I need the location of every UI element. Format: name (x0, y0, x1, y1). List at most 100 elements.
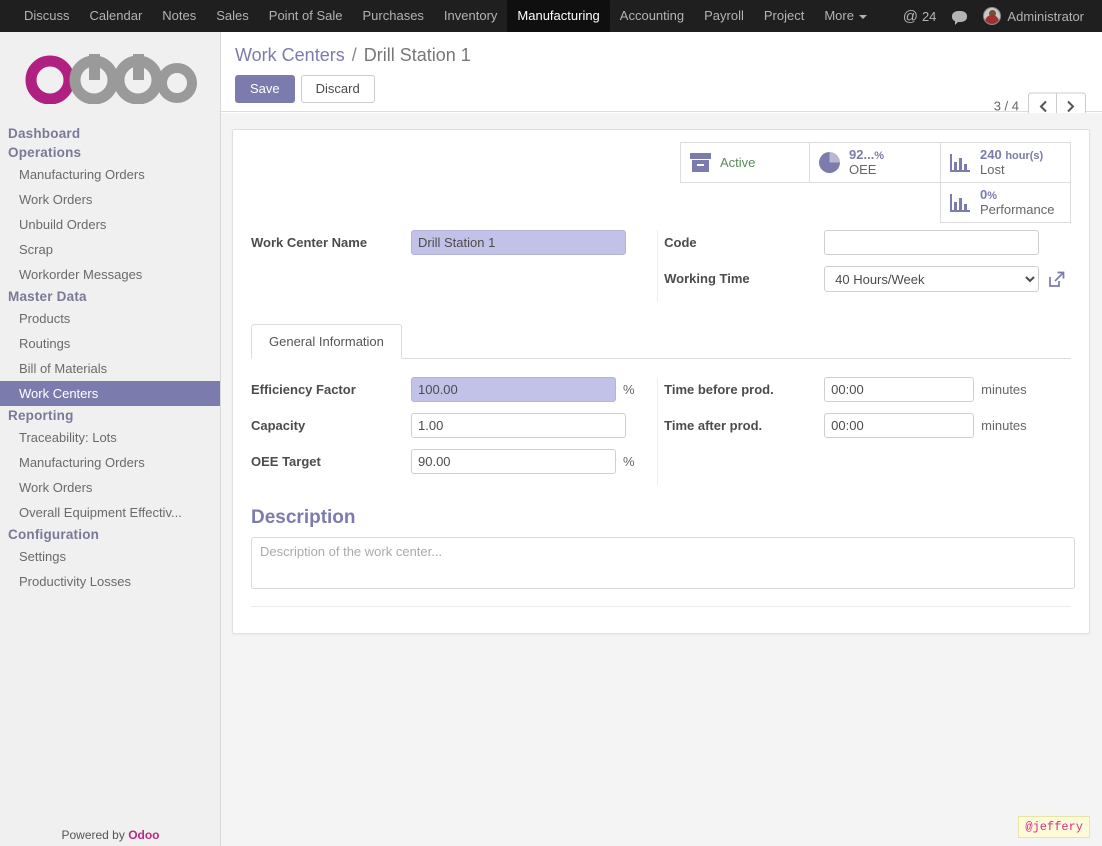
open-record-icon[interactable] (1048, 271, 1065, 288)
odoo-brand-link[interactable]: Odoo (128, 828, 159, 842)
label-oee-target: OEE Target (251, 454, 321, 469)
sidebar-item-scrap[interactable]: Scrap (0, 237, 220, 262)
app-menu-item-notes[interactable]: Notes (152, 0, 206, 32)
sidebar-item-label: Manufacturing Orders (19, 455, 145, 470)
app-menu-item-payroll[interactable]: Payroll (694, 0, 754, 32)
app-menu-item-label: Payroll (704, 8, 744, 23)
sidebar-footer: Powered by Odoo (0, 828, 220, 842)
messaging-button[interactable] (944, 7, 975, 26)
stat-button-performance[interactable]: 0% Performance (940, 182, 1071, 223)
time-before-prod-input[interactable] (824, 377, 975, 402)
app-menu-item-calendar[interactable]: Calendar (80, 0, 153, 32)
form-group-left: Work Center Name (251, 230, 645, 302)
sidebar-item-settings[interactable]: Settings (0, 544, 220, 569)
stat-unit-lost: hour(s) (1005, 149, 1044, 162)
stat-button-lost[interactable]: 240 hour(s) Lost (940, 142, 1071, 183)
sidebar-section-master-data[interactable]: Master Data (0, 287, 220, 306)
control-panel: Work Centers / Drill Station 1 Save Disc… (221, 32, 1102, 120)
control-oee-target: % (411, 449, 635, 474)
discard-button[interactable]: Discard (300, 75, 375, 103)
oee-target-input[interactable] (411, 449, 616, 474)
field-row-efficiency-factor: Efficiency Factor % (251, 377, 645, 403)
app-menu-item-label: Accounting (619, 8, 685, 23)
sidebar-item-workorder-messages[interactable]: Workorder Messages (0, 262, 220, 287)
form-group-right: Code Working Time 40 Hours/Week (657, 230, 1071, 302)
bar-chart-icon (950, 193, 971, 212)
work-center-name-input[interactable] (411, 230, 626, 255)
label-work-center-name: Work Center Name (251, 235, 368, 250)
app-menu-item-accounting[interactable]: Accounting (610, 0, 694, 32)
stat-button-active[interactable]: Active (680, 142, 810, 183)
control-time-after-prod: minutes (824, 413, 1027, 438)
sidebar-item-manufacturing-orders[interactable]: Manufacturing Orders (0, 450, 220, 475)
sheet-divider (251, 606, 1071, 607)
sidebar-item-products[interactable]: Products (0, 306, 220, 331)
sidebar-item-label: Work Orders (19, 480, 93, 495)
sidebar-item-label: Routings (19, 336, 71, 351)
sidebar-item-work-centers[interactable]: Work Centers (0, 381, 220, 406)
breadcrumb-work-centers[interactable]: Work Centers (235, 45, 345, 65)
control-work-center-name (411, 230, 626, 255)
sidebar-item-productivity-losses[interactable]: Productivity Losses (0, 569, 220, 594)
save-button[interactable]: Save (235, 75, 295, 103)
app-menu-item-sales[interactable]: Sales (206, 0, 259, 32)
field-row-time-before-prod: Time before prod. minutes (658, 377, 1071, 403)
app-menu-item-point-of-sale[interactable]: Point of Sale (259, 0, 353, 32)
suffix-oee-target: % (623, 454, 635, 469)
sidebar-item-work-orders[interactable]: Work Orders (0, 187, 220, 212)
sidebar: Dashboard Operations Manufacturing Orders W… (0, 32, 221, 846)
label-time-after-prod: Time after prod. (664, 418, 763, 433)
sidebar-item-label: Overall Equipment Effectiv... (19, 505, 182, 520)
app-menu-item-project[interactable]: Project (754, 0, 814, 32)
app-menu-item-more[interactable]: More (814, 0, 877, 32)
sidebar-item-label: Products (19, 311, 71, 326)
efficiency-factor-input[interactable] (411, 377, 616, 402)
sidebar-item-label: Bill of Materials (19, 361, 108, 376)
code-input[interactable] (824, 230, 1040, 255)
sidebar-item-overall-equipment-effectiv[interactable]: Overall Equipment Effectiv... (0, 500, 220, 525)
sidebar-item-traceability-lots[interactable]: Traceability: Lots (0, 425, 220, 450)
working-time-select[interactable]: 40 Hours/Week (824, 266, 1040, 292)
description-textarea[interactable] (251, 537, 1075, 589)
field-row-oee-target: OEE Target % (251, 449, 645, 475)
at-mention-icon: @ (902, 7, 918, 25)
app-menu-item-label: Inventory (443, 8, 498, 23)
tab-general-information[interactable]: General Information (251, 324, 402, 359)
time-after-prod-input[interactable] (824, 413, 975, 438)
sidebar-item-bill-of-materials[interactable]: Bill of Materials (0, 356, 220, 381)
app-menu-item-manufacturing[interactable]: Manufacturing (507, 0, 610, 32)
sidebar-section-label: Dashboard (8, 126, 81, 141)
sidebar-item-label: Traceability: Lots (19, 430, 117, 445)
sidebar-item-work-orders[interactable]: Work Orders (0, 475, 220, 500)
sidebar-item-routings[interactable]: Routings (0, 331, 220, 356)
bar-chart-icon (950, 153, 971, 172)
app-menu-item-inventory[interactable]: Inventory (434, 0, 507, 32)
stat-value-oee: 92... (849, 146, 875, 162)
sidebar-item-unbuild-orders[interactable]: Unbuild Orders (0, 212, 220, 237)
suffix-time-before-prod: minutes (981, 382, 1027, 397)
stat-text-performance: 0% Performance (980, 187, 1054, 217)
sidebar-section-reporting[interactable]: Reporting (0, 406, 220, 425)
stat-button-oee[interactable]: 92...% OEE (809, 142, 941, 183)
odoo-logo[interactable] (0, 32, 220, 124)
sidebar-section-dashboard[interactable]: Dashboard (0, 124, 220, 143)
control-working-time: 40 Hours/Week (824, 266, 1065, 292)
archive-icon (690, 153, 711, 172)
mentions-button[interactable]: @ 24 (895, 4, 945, 29)
app-menu-item-label: Discuss (24, 8, 70, 23)
form-sheet: Active 92...% OEE 240 hour(s) Lost 0% Pe… (232, 129, 1090, 634)
sidebar-item-manufacturing-orders[interactable]: Manufacturing Orders (0, 162, 220, 187)
sidebar-section-operations[interactable]: Operations (0, 143, 220, 162)
suffix-efficiency-factor: % (623, 382, 635, 397)
sidebar-item-label: Workorder Messages (19, 267, 143, 282)
notebook: General Information Efficiency Factor % (251, 324, 1071, 485)
app-menu-item-label: Sales (216, 8, 249, 23)
stat-text-oee: 92...% OEE (849, 146, 884, 177)
user-menu[interactable]: Administrator (975, 3, 1092, 29)
sidebar-section-label: Configuration (8, 527, 100, 542)
capacity-input[interactable] (411, 413, 626, 438)
app-menu-item-purchases[interactable]: Purchases (353, 0, 434, 32)
app-menu-item-discuss[interactable]: Discuss (14, 0, 80, 32)
stat-value-oee-wrap: 92...% (849, 146, 884, 163)
sidebar-section-configuration[interactable]: Configuration (0, 525, 220, 544)
